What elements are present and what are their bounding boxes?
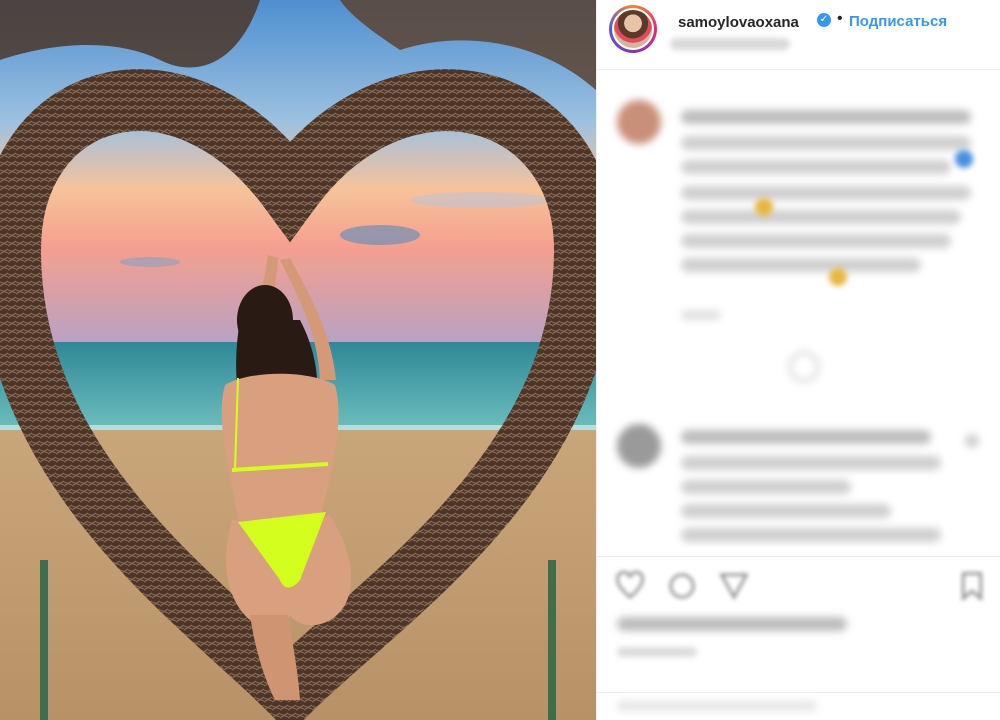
comment-icon[interactable]	[667, 571, 697, 601]
comment-like-icon[interactable]	[965, 434, 979, 448]
username[interactable]: samoylovaoxana	[678, 14, 799, 31]
caption-line	[681, 210, 961, 224]
caption-line	[681, 110, 971, 124]
comment-line	[681, 528, 941, 542]
post-actions	[597, 556, 1000, 720]
post-header: samoylovaoxana ✓ • Подписаться	[597, 0, 1000, 70]
heart-icon[interactable]	[615, 571, 645, 601]
beach-heart-photo	[0, 0, 596, 720]
comment-avatar	[617, 424, 661, 468]
caption-line	[681, 160, 951, 174]
comment-line	[681, 430, 931, 444]
comment-line	[681, 480, 851, 494]
post-time-blurred	[617, 647, 697, 657]
comment-line	[681, 504, 891, 518]
caption-avatar	[617, 100, 661, 144]
emoji	[955, 150, 973, 168]
separator: •	[837, 10, 843, 27]
add-comment-box[interactable]	[597, 692, 1000, 720]
likes-count-blurred[interactable]	[617, 617, 847, 631]
share-icon[interactable]	[719, 571, 749, 601]
comment-line	[681, 456, 941, 470]
caption-time	[681, 310, 721, 320]
load-more-icon[interactable]	[789, 352, 819, 382]
follow-button[interactable]: Подписаться	[849, 13, 947, 30]
location-blurred	[670, 38, 790, 50]
verified-badge-icon: ✓	[817, 13, 831, 27]
emoji	[829, 268, 847, 286]
post-side-panel: samoylovaoxana ✓ • Подписаться	[596, 0, 1000, 720]
avatar[interactable]	[612, 8, 654, 50]
caption-line	[681, 234, 951, 248]
caption-line	[681, 136, 971, 150]
emoji	[755, 198, 773, 216]
comment-placeholder-blurred	[617, 701, 817, 711]
caption-line	[681, 258, 921, 272]
caption-line	[681, 186, 971, 200]
post-photo[interactable]	[0, 0, 596, 720]
bookmark-icon[interactable]	[957, 571, 987, 601]
avatar-ring[interactable]	[609, 5, 657, 53]
